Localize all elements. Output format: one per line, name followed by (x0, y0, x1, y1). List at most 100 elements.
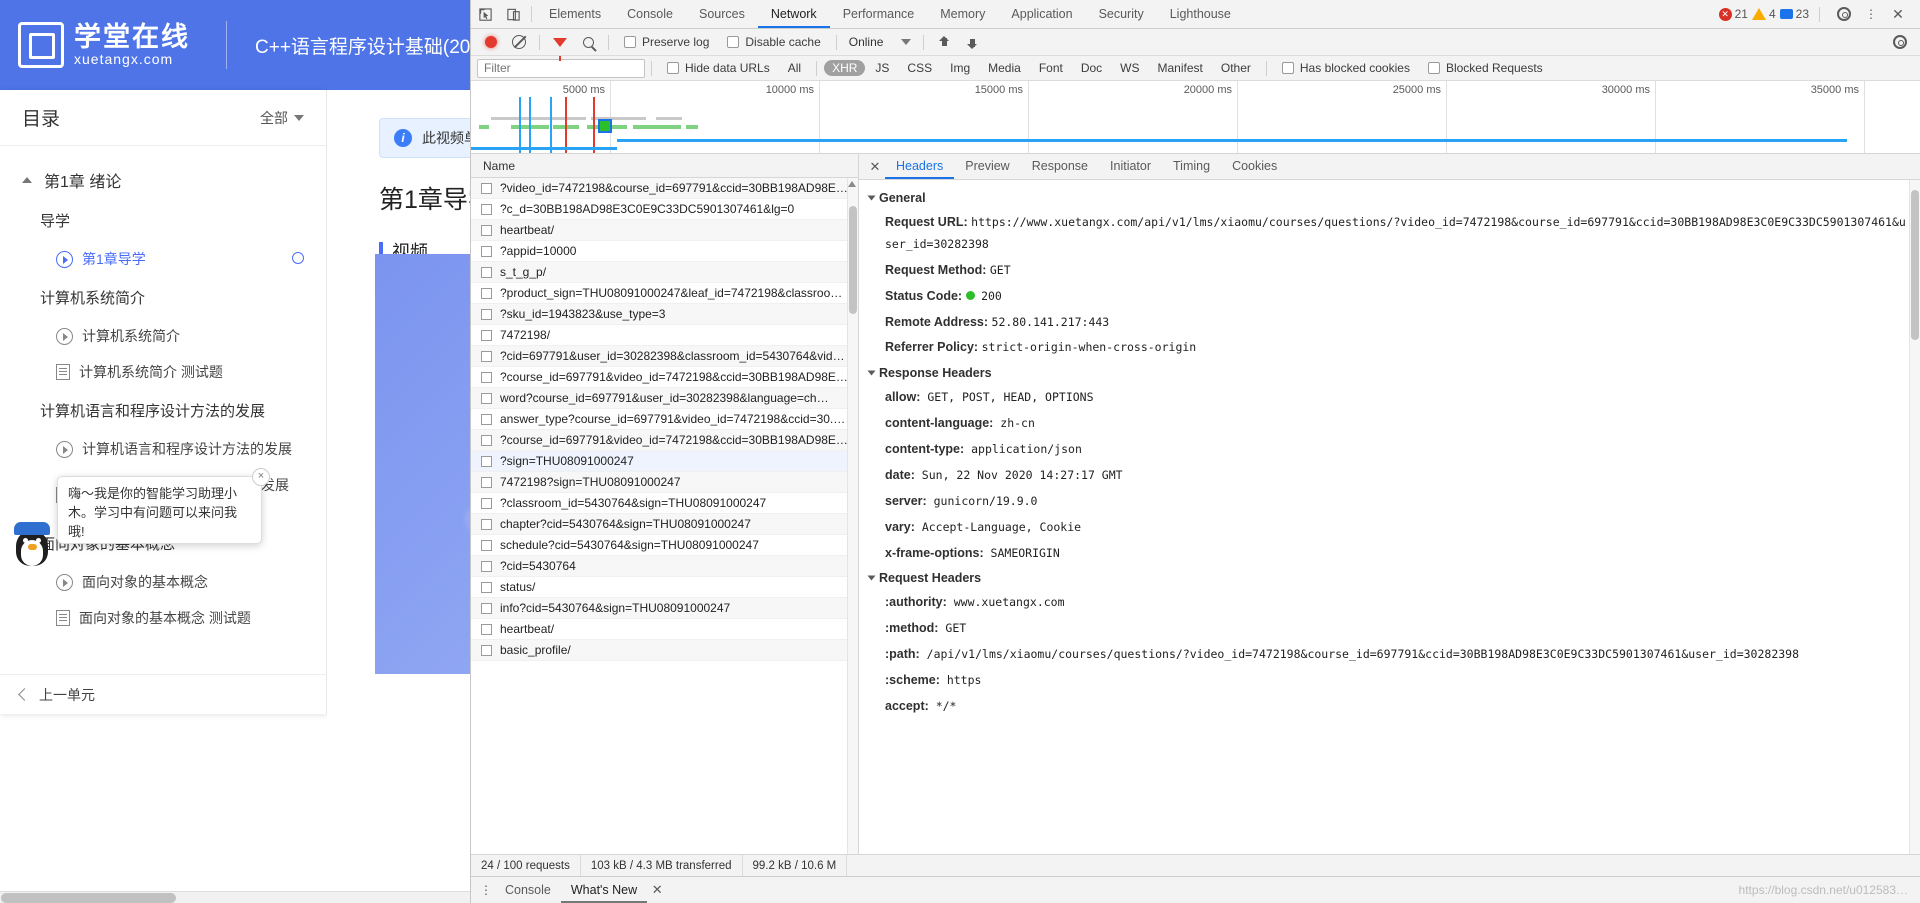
tab-security[interactable]: Security (1086, 0, 1157, 28)
device-toolbar-icon[interactable] (499, 0, 527, 28)
filter-type-img[interactable]: Img (942, 60, 978, 76)
request-row[interactable]: ?course_id=697791&video_id=7472198&ccid=… (471, 430, 858, 451)
request-checkbox[interactable] (481, 392, 492, 404)
request-checkbox[interactable] (481, 413, 492, 425)
filter-type-css[interactable]: CSS (899, 60, 940, 76)
play-icon[interactable] (385, 782, 403, 804)
detail-tab-response[interactable]: Response (1021, 154, 1099, 179)
tree-leaf[interactable]: 面向对象的基本概念 测试题 (0, 600, 326, 636)
more-vertical-icon[interactable]: ⋮ (1862, 8, 1880, 20)
filter-type-ws[interactable]: WS (1112, 60, 1147, 76)
request-row[interactable]: 7472198?sign=THU08091000247 (471, 472, 858, 493)
request-row[interactable]: chapter?cid=5430764&sign=THU08091000247 (471, 514, 858, 535)
section-general[interactable]: General (859, 186, 1920, 210)
request-row[interactable]: basic_profile/ (471, 640, 858, 661)
filter-type-doc[interactable]: Doc (1073, 60, 1110, 76)
throttling-select[interactable]: Online (843, 35, 918, 49)
headers-content[interactable]: General Request URL: https://www.xuetang… (859, 180, 1920, 854)
detail-tab-initiator[interactable]: Initiator (1099, 154, 1162, 179)
request-row[interactable]: ?cid=697791&user_id=30282398&classroom_i… (471, 346, 858, 367)
tree-leaf[interactable]: 计算机系统简介 测试题 (0, 354, 326, 390)
request-checkbox[interactable] (481, 182, 492, 194)
request-checkbox[interactable] (481, 518, 492, 530)
tab-elements[interactable]: Elements (536, 0, 614, 28)
tree-leaf[interactable]: 计算机语言和程序设计方法的发展 (0, 431, 326, 467)
request-checkbox[interactable] (481, 476, 492, 488)
tab-application[interactable]: Application (998, 0, 1085, 28)
close-icon[interactable]: ✕ (647, 882, 667, 898)
detail-scrollbar[interactable] (1909, 180, 1920, 854)
request-checkbox[interactable] (481, 623, 492, 635)
request-column-header[interactable]: Name (471, 154, 858, 178)
request-row[interactable]: schedule?cid=5430764&sign=THU08091000247 (471, 535, 858, 556)
search-icon[interactable] (574, 36, 602, 48)
request-row[interactable]: ?sign=THU08091000247 (471, 451, 858, 472)
request-row[interactable]: ?c_d=30BB198AD98E3C0E9C33DC5901307461&lg… (471, 199, 858, 220)
request-row[interactable]: ?cid=5430764 (471, 556, 858, 577)
request-checkbox[interactable] (481, 644, 492, 656)
network-overview-timeline[interactable]: 5000 ms 10000 ms 15000 ms 20000 ms 25000… (471, 81, 1920, 154)
filter-type-font[interactable]: Font (1031, 60, 1071, 76)
tab-memory[interactable]: Memory (927, 0, 998, 28)
tab-console[interactable]: Console (614, 0, 686, 28)
site-logo[interactable]: 学堂在线 xuetangx.com (0, 22, 190, 68)
tree-leaf[interactable]: 计算机系统简介 (0, 318, 326, 354)
tab-performance[interactable]: Performance (830, 0, 928, 28)
import-har-icon[interactable] (930, 35, 958, 49)
scrollbar-thumb[interactable] (1911, 190, 1919, 340)
record-stop-icon[interactable] (477, 36, 505, 48)
clear-icon[interactable] (505, 35, 533, 49)
request-list-scrollbar[interactable] (847, 178, 858, 854)
filter-type-xhr[interactable]: XHR (824, 60, 866, 76)
chevron-up-icon[interactable] (848, 181, 856, 187)
assistant-avatar[interactable] (12, 520, 52, 568)
request-checkbox[interactable] (481, 581, 492, 593)
filter-type-media[interactable]: Media (980, 60, 1029, 76)
export-har-icon[interactable] (958, 36, 986, 49)
request-checkbox[interactable] (481, 560, 492, 572)
filter-type-other[interactable]: Other (1213, 60, 1259, 76)
request-checkbox[interactable] (481, 203, 492, 215)
request-checkbox[interactable] (481, 455, 492, 467)
close-icon[interactable]: ✕ (865, 159, 885, 175)
request-checkbox[interactable] (481, 329, 492, 341)
network-settings-gear-icon[interactable] (1886, 35, 1914, 49)
request-checkbox[interactable] (481, 497, 492, 509)
request-row[interactable]: heartbeat/ (471, 220, 858, 241)
request-row[interactable]: answer_type?course_id=697791&video_id=74… (471, 409, 858, 430)
request-row[interactable]: s_t_g_p/ (471, 262, 858, 283)
inspect-element-icon[interactable] (471, 0, 499, 28)
request-row[interactable]: ?video_id=7472198&course_id=697791&ccid=… (471, 178, 858, 199)
filter-input[interactable] (477, 58, 645, 78)
request-row[interactable]: ?course_id=697791&video_id=7472198&ccid=… (471, 367, 858, 388)
request-checkbox[interactable] (481, 350, 492, 362)
request-checkbox[interactable] (481, 434, 492, 446)
drawer-tab-console[interactable]: Console (495, 877, 561, 903)
blocked-requests-checkbox[interactable]: Blocked Requests (1419, 61, 1552, 75)
info-count-badge[interactable]: 23 (1779, 7, 1809, 21)
request-checkbox[interactable] (481, 602, 492, 614)
section-request-headers[interactable]: Request Headers (859, 566, 1920, 590)
detail-tab-headers[interactable]: Headers (885, 154, 954, 179)
request-checkbox[interactable] (481, 245, 492, 257)
tab-network[interactable]: Network (758, 0, 830, 28)
request-checkbox[interactable] (481, 371, 492, 383)
preserve-log-checkbox[interactable]: Preserve log (615, 35, 718, 49)
drawer-tab-whats-new[interactable]: What's New (561, 877, 647, 903)
request-checkbox[interactable] (481, 308, 492, 320)
has-blocked-cookies-checkbox[interactable]: Has blocked cookies (1273, 61, 1419, 75)
filter-type-js[interactable]: JS (867, 60, 897, 76)
request-row[interactable]: info?cid=5430764&sign=THU08091000247 (471, 598, 858, 619)
section-response-headers[interactable]: Response Headers (859, 361, 1920, 385)
tree-chapter[interactable]: 第1章 绪论 (0, 160, 326, 200)
request-row[interactable]: ?sku_id=1943823&use_type=3 (471, 304, 858, 325)
hide-data-urls-checkbox[interactable]: Hide data URLs (658, 61, 779, 75)
tab-sources[interactable]: Sources (686, 0, 758, 28)
request-row[interactable]: heartbeat/ (471, 619, 858, 640)
tree-leaf[interactable]: 面向对象的基本概念 (0, 564, 326, 600)
request-checkbox[interactable] (481, 266, 492, 278)
request-checkbox[interactable] (481, 224, 492, 236)
filter-type-all[interactable]: All (780, 60, 809, 76)
request-list[interactable]: ?video_id=7472198&course_id=697791&ccid=… (471, 178, 858, 854)
request-row[interactable]: ?product_sign=THU08091000247&leaf_id=747… (471, 283, 858, 304)
